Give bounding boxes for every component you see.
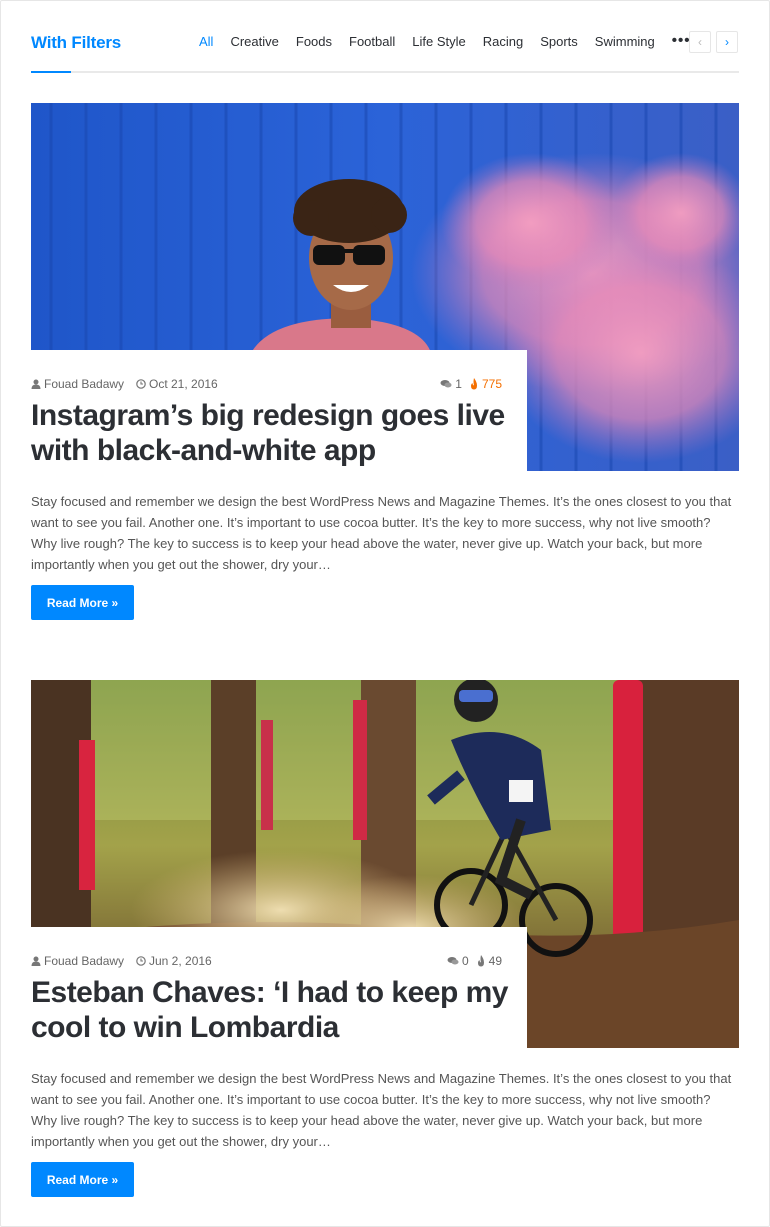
fire-icon <box>477 955 484 967</box>
post-meta-card: Fouad Badawy Jun 2, 2016 0 49 Esteban Ch… <box>31 927 527 1049</box>
post-title[interactable]: Instagram’s big redesign goes live with … <box>31 398 511 468</box>
next-page-button[interactable]: › <box>716 31 738 53</box>
user-icon <box>31 956 41 966</box>
comments-count[interactable]: 0 <box>462 954 469 968</box>
post-author[interactable]: Fouad Badawy <box>31 954 124 968</box>
post-item: Fouad Badawy Oct 21, 2016 1 775 Instagra… <box>31 103 739 623</box>
post-meta: Fouad Badawy Jun 2, 2016 0 49 <box>31 954 502 970</box>
post-date-text: Oct 21, 2016 <box>149 377 218 391</box>
post-stats: 1 775 <box>440 377 502 391</box>
post-meta-card: Fouad Badawy Oct 21, 2016 1 775 Instagra… <box>31 350 527 472</box>
post-item: Fouad Badawy Jun 2, 2016 0 49 Esteban Ch… <box>31 680 739 1200</box>
post-stats: 0 49 <box>447 954 502 968</box>
filter-tab-all[interactable]: All <box>199 34 213 50</box>
pagination-arrows: ‹ › <box>689 31 738 53</box>
filter-tab-swimming[interactable]: Swimming <box>595 34 655 50</box>
user-icon <box>31 379 41 389</box>
filter-tab-racing[interactable]: Racing <box>483 34 523 50</box>
author-name: Fouad Badawy <box>44 954 125 968</box>
filter-tab-sports[interactable]: Sports <box>540 34 578 50</box>
views-count: 775 <box>481 377 502 391</box>
fire-icon <box>470 378 477 390</box>
read-more-button[interactable]: Read More » <box>31 585 134 620</box>
filter-tab-life-style[interactable]: Life Style <box>412 34 465 50</box>
more-filters-button[interactable]: ••• <box>672 33 691 50</box>
author-name: Fouad Badawy <box>44 377 125 391</box>
clock-icon <box>136 379 146 389</box>
filter-tab-football[interactable]: Football <box>349 34 395 50</box>
views-count: 49 <box>488 954 502 968</box>
block-header: With Filters All Creative Foods Football… <box>31 22 739 74</box>
header-divider <box>31 71 739 73</box>
post-title[interactable]: Esteban Chaves: ‘I had to keep my cool t… <box>31 975 511 1045</box>
header-accent-bar <box>31 71 71 73</box>
post-author[interactable]: Fouad Badawy <box>31 377 124 391</box>
post-excerpt: Stay focused and remember we design the … <box>31 1071 732 1149</box>
prev-page-button[interactable]: ‹ <box>689 31 711 53</box>
views-counter: 775 <box>469 377 502 391</box>
post-excerpt: Stay focused and remember we design the … <box>31 494 732 572</box>
read-more-button[interactable]: Read More » <box>31 1162 134 1197</box>
comments-icon <box>440 380 452 388</box>
clock-icon <box>136 956 146 966</box>
post-meta: Fouad Badawy Oct 21, 2016 1 775 <box>31 377 502 393</box>
filter-tabs: All Creative Foods Football Life Style R… <box>199 33 691 50</box>
comments-count[interactable]: 1 <box>455 377 462 391</box>
filter-tab-creative[interactable]: Creative <box>230 34 278 50</box>
views-counter: 49 <box>476 954 502 968</box>
filter-tab-foods[interactable]: Foods <box>296 34 332 50</box>
comments-icon <box>447 957 459 965</box>
post-date: Oct 21, 2016 <box>136 377 218 391</box>
block-title: With Filters <box>31 33 122 52</box>
post-date-text: Jun 2, 2016 <box>149 954 212 968</box>
post-date: Jun 2, 2016 <box>136 954 212 968</box>
